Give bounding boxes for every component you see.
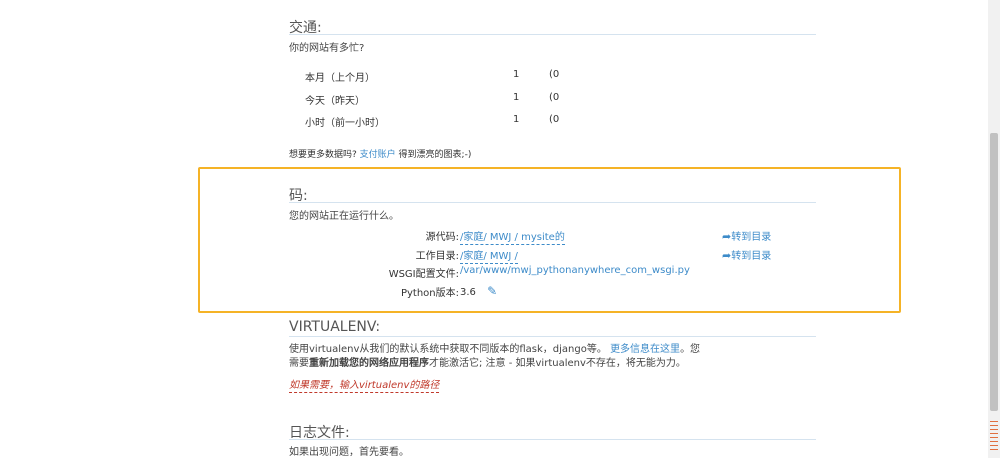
wsgi-label: WSGI配置文件: bbox=[388, 269, 459, 280]
wsgi-file-link[interactable]: /var/www/mwj_pythonanywhere_com_wsgi.py bbox=[460, 265, 690, 276]
source-code-path-input[interactable]: /家庭/ MWJ / mysite的 bbox=[460, 232, 565, 245]
scrollbar-thumb[interactable] bbox=[990, 133, 998, 411]
traffic-row-day: 今天（昨天） 1 (0 bbox=[305, 92, 605, 107]
traffic-more-note: 想要更多数据吗? 支付账户 得到漂亮的图表;-) bbox=[289, 147, 471, 160]
virtualenv-divider bbox=[289, 336, 816, 337]
traffic-row-prev: (0 bbox=[549, 92, 560, 103]
code-divider bbox=[289, 202, 816, 203]
pencil-edit-icon[interactable]: ✎ bbox=[487, 284, 497, 298]
source-goto-directory-link[interactable]: ➦转到目录 bbox=[722, 228, 771, 243]
paid-account-link[interactable]: 支付账户 bbox=[360, 150, 396, 160]
virtualenv-desc-line1: 使用virtualenv从我们的默认系统中获取不同版本的flask，django… bbox=[289, 340, 700, 355]
virtualenv-path-input[interactable]: 如果需要，输入virtualenv的路径 bbox=[289, 380, 440, 393]
traffic-row-value: 1 bbox=[513, 92, 520, 103]
python-version-value: 3.6 bbox=[460, 287, 476, 298]
arrow-right-icon: ➦ bbox=[722, 249, 732, 262]
workdir-label: 工作目录: bbox=[415, 251, 459, 262]
traffic-row-hour: 小时（前一小时） 1 (0 bbox=[305, 114, 605, 129]
virtualenv-desc-line2-suffix: 才能激活它; 注意 - 如果virtualenv不存在，将无能为力。 bbox=[429, 358, 686, 369]
goto-label: 转到目录 bbox=[731, 232, 772, 243]
traffic-more-suffix: 得到漂亮的图表;-) bbox=[398, 150, 472, 160]
source-code-label: 源代码: bbox=[425, 232, 459, 243]
reload-webapp-emphasis: 重新加载您的网络应用程序 bbox=[309, 358, 429, 369]
traffic-row-value: 1 bbox=[513, 114, 520, 125]
arrow-right-icon: ➦ bbox=[722, 230, 732, 243]
traffic-divider bbox=[289, 34, 816, 35]
traffic-row-value: 1 bbox=[513, 69, 520, 80]
logs-subtitle: 如果出现问题，首先要看。 bbox=[289, 447, 409, 458]
traffic-more-prefix: 想要更多数据吗? bbox=[289, 150, 357, 160]
code-subtitle: 您的网站正在运行什么。 bbox=[289, 211, 399, 222]
goto-label: 转到目录 bbox=[731, 251, 772, 262]
traffic-row-prev: (0 bbox=[549, 114, 560, 125]
traffic-row-label: 本月（上个月） bbox=[305, 73, 375, 84]
traffic-row-label: 今天（昨天） bbox=[305, 96, 365, 107]
virtualenv-title: VIRTUALENV: bbox=[289, 319, 381, 335]
traffic-subtitle: 你的网站有多忙? bbox=[289, 43, 365, 54]
python-version-label: Python版本: bbox=[400, 288, 459, 299]
vertical-scrollbar[interactable] bbox=[988, 0, 1000, 458]
traffic-row-month: 本月（上个月） 1 (0 bbox=[305, 69, 605, 84]
scrollbar-markers bbox=[990, 421, 998, 453]
traffic-row-label: 小时（前一小时） bbox=[305, 118, 385, 129]
virtualenv-desc-line2: 需要重新加载您的网络应用程序才能激活它; 注意 - 如果virtualenv不存… bbox=[289, 354, 686, 369]
traffic-row-prev: (0 bbox=[549, 69, 560, 80]
python-version-value-group: 3.6 ✎ bbox=[460, 284, 497, 298]
workdir-goto-directory-link[interactable]: ➦转到目录 bbox=[722, 247, 771, 262]
workdir-path-input[interactable]: /家庭/ MWJ / bbox=[460, 251, 518, 264]
logs-divider bbox=[289, 439, 816, 440]
virtualenv-desc-line2-prefix: 需要 bbox=[289, 358, 309, 369]
